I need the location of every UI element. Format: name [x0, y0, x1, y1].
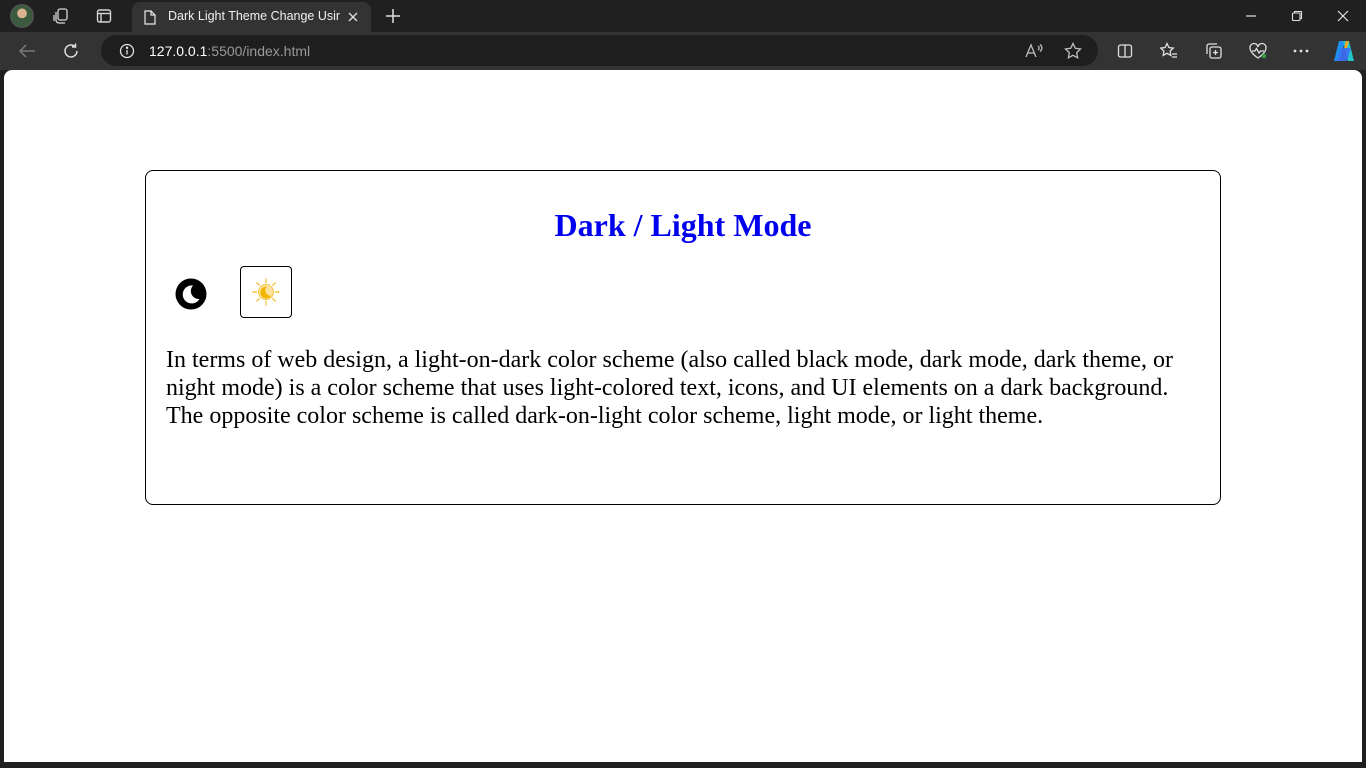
profile-avatar[interactable] — [10, 4, 34, 28]
browser-tab[interactable]: Dark Light Theme Change Using — [132, 2, 371, 32]
minimize-icon[interactable] — [1239, 6, 1263, 26]
workspaces-icon[interactable] — [50, 6, 72, 26]
read-aloud-icon[interactable] — [1023, 41, 1045, 61]
address-bar[interactable]: 127.0.0.1:5500/index.html — [101, 35, 1098, 66]
info-icon[interactable] — [117, 41, 137, 61]
page-icon — [143, 9, 157, 25]
split-screen-icon[interactable] — [1114, 40, 1136, 62]
restore-icon[interactable] — [1285, 6, 1309, 26]
dark-mode-button[interactable] — [174, 277, 208, 311]
light-mode-button[interactable] — [240, 266, 292, 318]
close-icon[interactable] — [345, 9, 361, 25]
new-tab-icon[interactable] — [382, 5, 404, 27]
url-text[interactable]: 127.0.0.1:5500/index.html — [149, 43, 310, 59]
collections-icon[interactable] — [1203, 40, 1225, 62]
browser-essentials-icon[interactable] — [1247, 40, 1269, 62]
window-bottom-edge — [0, 762, 1366, 768]
page-viewport: Dark / Light Mode In terms of web design… — [4, 70, 1362, 762]
sun-moon-icon — [252, 278, 280, 306]
copilot-icon[interactable] — [1331, 39, 1357, 63]
page-title: Dark / Light Mode — [554, 207, 812, 243]
favorites-icon[interactable] — [1158, 40, 1180, 62]
tab-bar: Dark Light Theme Change Using — [0, 0, 1366, 32]
tab-title: Dark Light Theme Change Using — [168, 9, 340, 23]
more-icon[interactable] — [1290, 40, 1312, 62]
description-paragraph: In terms of web design, a light-on-dark … — [166, 347, 1173, 429]
window-close-icon[interactable] — [1331, 6, 1355, 26]
browser-toolbar: 127.0.0.1:5500/index.html — [0, 32, 1366, 70]
url-path: :5500/index.html — [207, 43, 311, 59]
reload-icon[interactable] — [59, 40, 83, 62]
theme-card: Dark / Light Mode In terms of web design… — [145, 170, 1221, 505]
moon-icon — [175, 278, 207, 310]
favorite-star-icon[interactable] — [1062, 41, 1084, 61]
url-host: 127.0.0.1 — [149, 43, 208, 59]
back-icon[interactable] — [15, 40, 39, 62]
tab-actions-icon[interactable] — [93, 6, 115, 26]
